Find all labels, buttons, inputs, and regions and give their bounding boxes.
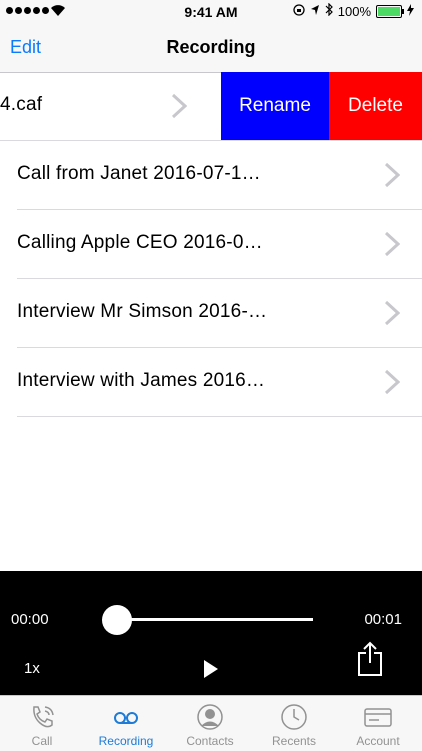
share-icon[interactable] (357, 641, 383, 677)
tab-call[interactable]: Call (0, 696, 84, 751)
page-title: Recording (166, 37, 256, 57)
tab-contacts[interactable]: Contacts (168, 696, 252, 751)
tab-label: Recents (271, 734, 317, 748)
tab-recording[interactable]: Recording (84, 696, 168, 751)
total-time: 00:01 (364, 611, 402, 628)
play-icon[interactable] (202, 659, 220, 679)
contacts-icon (197, 704, 223, 730)
tab-label: Call (31, 734, 53, 748)
lock-rotation-icon (293, 3, 305, 19)
tab-label: Recording (98, 734, 154, 748)
progress-slider-thumb[interactable] (102, 605, 132, 635)
chevron-right-icon (384, 300, 400, 326)
phone-icon (33, 706, 54, 728)
voicemail-icon (114, 712, 138, 724)
list-item[interactable]: Interview with James 2016… (17, 348, 422, 417)
bluetooth-icon (325, 2, 333, 19)
battery-percent: 100% (337, 3, 371, 19)
chevron-right-icon (384, 162, 400, 188)
chevron-right-icon (384, 231, 400, 257)
recording-list: 4.caf Rename Delete Call from Janet 2016… (0, 72, 422, 417)
location-icon (310, 4, 320, 19)
list-item[interactable]: Calling Apple CEO 2016-0… (17, 210, 422, 279)
recording-name: Calling Apple CEO 2016-0… (17, 232, 263, 253)
account-icon (364, 708, 392, 727)
delete-button[interactable]: Delete (329, 72, 422, 140)
list-item[interactable]: 4.caf Rename Delete (0, 72, 422, 141)
charging-icon (407, 3, 414, 19)
list-item[interactable]: Call from Janet 2016-07-1… (17, 141, 422, 210)
playback-speed-button[interactable]: 1x (24, 660, 40, 677)
chevron-right-icon (171, 93, 187, 119)
battery-icon (376, 4, 404, 18)
audio-player: 00:00 00:01 1x (0, 571, 422, 695)
recording-name: Call from Janet 2016-07-1… (17, 163, 261, 184)
progress-track[interactable] (103, 618, 313, 621)
tab-account[interactable]: Account (336, 696, 420, 751)
chevron-right-icon (384, 369, 400, 395)
recents-icon (281, 704, 307, 730)
navigation-bar: Edit Recording (0, 24, 422, 73)
rename-button[interactable]: Rename (221, 72, 329, 140)
tab-label: Account (356, 734, 400, 748)
tab-recents[interactable]: Recents (252, 696, 336, 751)
tab-label: Contacts (186, 734, 234, 748)
recording-name: 4.caf (0, 94, 43, 115)
list-item[interactable]: Interview Mr Simson 2016-… (17, 279, 422, 348)
recording-name: Interview Mr Simson 2016-… (17, 301, 268, 322)
tab-bar: Call Recording Contacts Recents Account (0, 695, 422, 751)
status-bar: 9:41 AM 100% (0, 0, 422, 24)
current-time: 00:00 (11, 611, 49, 628)
recording-name: Interview with James 2016… (17, 370, 266, 391)
